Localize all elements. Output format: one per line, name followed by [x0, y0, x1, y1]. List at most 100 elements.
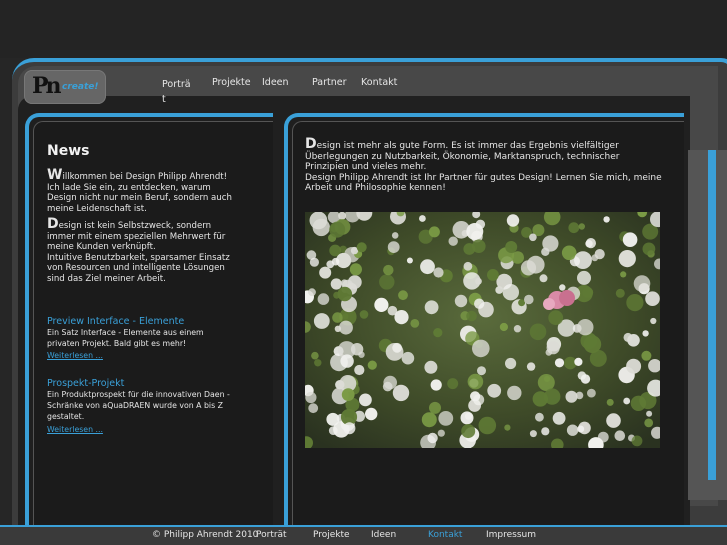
top-band: [0, 0, 727, 58]
leaf-blob: [429, 401, 441, 414]
footer-link-portraet[interactable]: Porträt: [256, 530, 287, 540]
read-more-link-prospekt[interactable]: Weiterlesen ...: [47, 425, 103, 434]
leaf-blob: [342, 313, 349, 320]
blossom-blob: [419, 215, 426, 222]
blossom-blob: [319, 266, 332, 279]
footer-link-kontakt[interactable]: Kontakt: [428, 530, 462, 540]
leaf-blob: [487, 269, 499, 281]
intro-paragraph-2: Design ist kein Selbstzweck, sondern imm…: [47, 216, 237, 285]
blossom-blob: [308, 403, 319, 414]
leaf-blob: [421, 412, 437, 428]
nav-item-ideen[interactable]: Ideen: [262, 77, 289, 88]
blossom-blob: [365, 407, 378, 421]
blossom-blob: [603, 216, 610, 223]
leaf-blob: [461, 424, 476, 439]
blossom-blob: [535, 412, 544, 422]
news-title: News: [47, 143, 90, 159]
blossom-blob: [424, 300, 439, 315]
blossom-blob: [542, 235, 559, 252]
post-title-prospekt[interactable]: Prospekt-Projekt: [47, 378, 124, 389]
blossom-blob: [338, 212, 347, 220]
footer-link-impressum[interactable]: Impressum: [486, 530, 536, 540]
leaf-blob: [505, 241, 518, 253]
logo-mark: Pn: [32, 73, 61, 99]
leaf-blob: [529, 323, 547, 341]
blossom-blob: [565, 390, 578, 403]
post-body-prospekt: Ein Produktprospekt für die innovativen …: [47, 390, 230, 421]
blossom-blob: [513, 325, 522, 333]
blossom-blob: [392, 384, 410, 402]
blossom-blob: [430, 379, 442, 391]
blossom-blob: [394, 310, 409, 325]
blossom-blob: [577, 319, 594, 336]
read-more-link-interface[interactable]: Weiterlesen ...: [47, 351, 103, 360]
blossom-blob: [392, 342, 402, 353]
leaf-blob: [341, 388, 355, 401]
blossom-blob: [347, 275, 362, 289]
leaf-blob: [367, 360, 377, 370]
footer-copyright: © Philipp Ahrendt 2010: [152, 530, 259, 540]
post-title-interface[interactable]: Preview Interface - Elemente: [47, 316, 184, 327]
nav-item-kontakt[interactable]: Kontakt: [361, 77, 397, 88]
blossom-blob: [433, 267, 444, 278]
blossom-blob: [577, 425, 585, 433]
blossom-blob: [622, 232, 638, 247]
leaf-blob: [383, 264, 394, 276]
leaf-blob: [589, 349, 607, 367]
blossom-blob: [420, 259, 435, 275]
blossom-blob: [437, 429, 445, 437]
leaf-blob: [433, 328, 443, 338]
nav-item-projekte[interactable]: Projekte: [212, 77, 251, 88]
right-edge-bar: [708, 150, 716, 480]
blossom-blob: [587, 388, 596, 398]
blossom-blob: [359, 393, 372, 407]
leaf-blob: [548, 310, 564, 326]
intro-dropcap-2: D: [47, 216, 59, 232]
blossom-photo-graphic: [305, 212, 660, 448]
blossom-blob: [424, 360, 438, 374]
blossom-blob: [474, 298, 485, 309]
blossom-blob: [338, 320, 353, 335]
blossom-blob: [391, 232, 399, 239]
leaf-blob: [472, 239, 486, 253]
blossom-blob: [539, 274, 548, 283]
leaf-blob: [356, 242, 367, 253]
blossom-blob: [507, 385, 522, 401]
leaf-blob: [499, 322, 508, 332]
blossom-blob: [606, 413, 621, 428]
blossom-blob: [340, 354, 354, 368]
leaf-blob: [630, 395, 647, 411]
blossom-blob: [463, 261, 473, 271]
main-intro-text: Design ist mehr als gute Form. Es ist im…: [305, 137, 665, 194]
nav-item-partner[interactable]: Partner: [312, 77, 347, 88]
leaf-blob: [349, 263, 362, 276]
blossom-blob: [574, 357, 583, 366]
footer-link-projekte[interactable]: Projekte: [313, 530, 350, 540]
blossom-blob: [577, 371, 587, 380]
blossom-blob: [559, 284, 566, 291]
blossom-blob: [646, 410, 653, 417]
blossom-blob: [383, 375, 397, 390]
blossom-blob: [506, 214, 520, 227]
footer-link-ideen[interactable]: Ideen: [371, 530, 396, 540]
blossom-blob: [354, 364, 365, 376]
logo-word: create!: [62, 82, 99, 92]
blossom-blob: [529, 430, 537, 438]
blossom-blob: [477, 366, 486, 376]
blossom-blob: [577, 270, 591, 285]
leaf-blob: [314, 359, 322, 367]
nav-item-portraet[interactable]: Porträ t: [162, 77, 192, 107]
blossom-blob: [574, 251, 592, 269]
leaf-blob: [329, 221, 346, 238]
intro-dropcap-1: W: [47, 167, 63, 183]
main-text-2: Design Philipp Ahrendt ist Ihr Partner f…: [305, 172, 662, 194]
blossom-blob: [633, 275, 651, 292]
blossom-blob: [575, 391, 584, 400]
blossom-blob: [585, 238, 596, 249]
leaf-blob: [398, 290, 408, 301]
intro-paragraph-1: Willkommen bei Design Philipp Ahrendt! I…: [47, 167, 237, 214]
blossom-blob: [618, 250, 636, 268]
footer: © Philipp Ahrendt 2010 Porträt Projekte …: [0, 525, 727, 545]
logo[interactable]: Pn create!: [24, 70, 106, 104]
leaf-blob: [642, 242, 656, 256]
